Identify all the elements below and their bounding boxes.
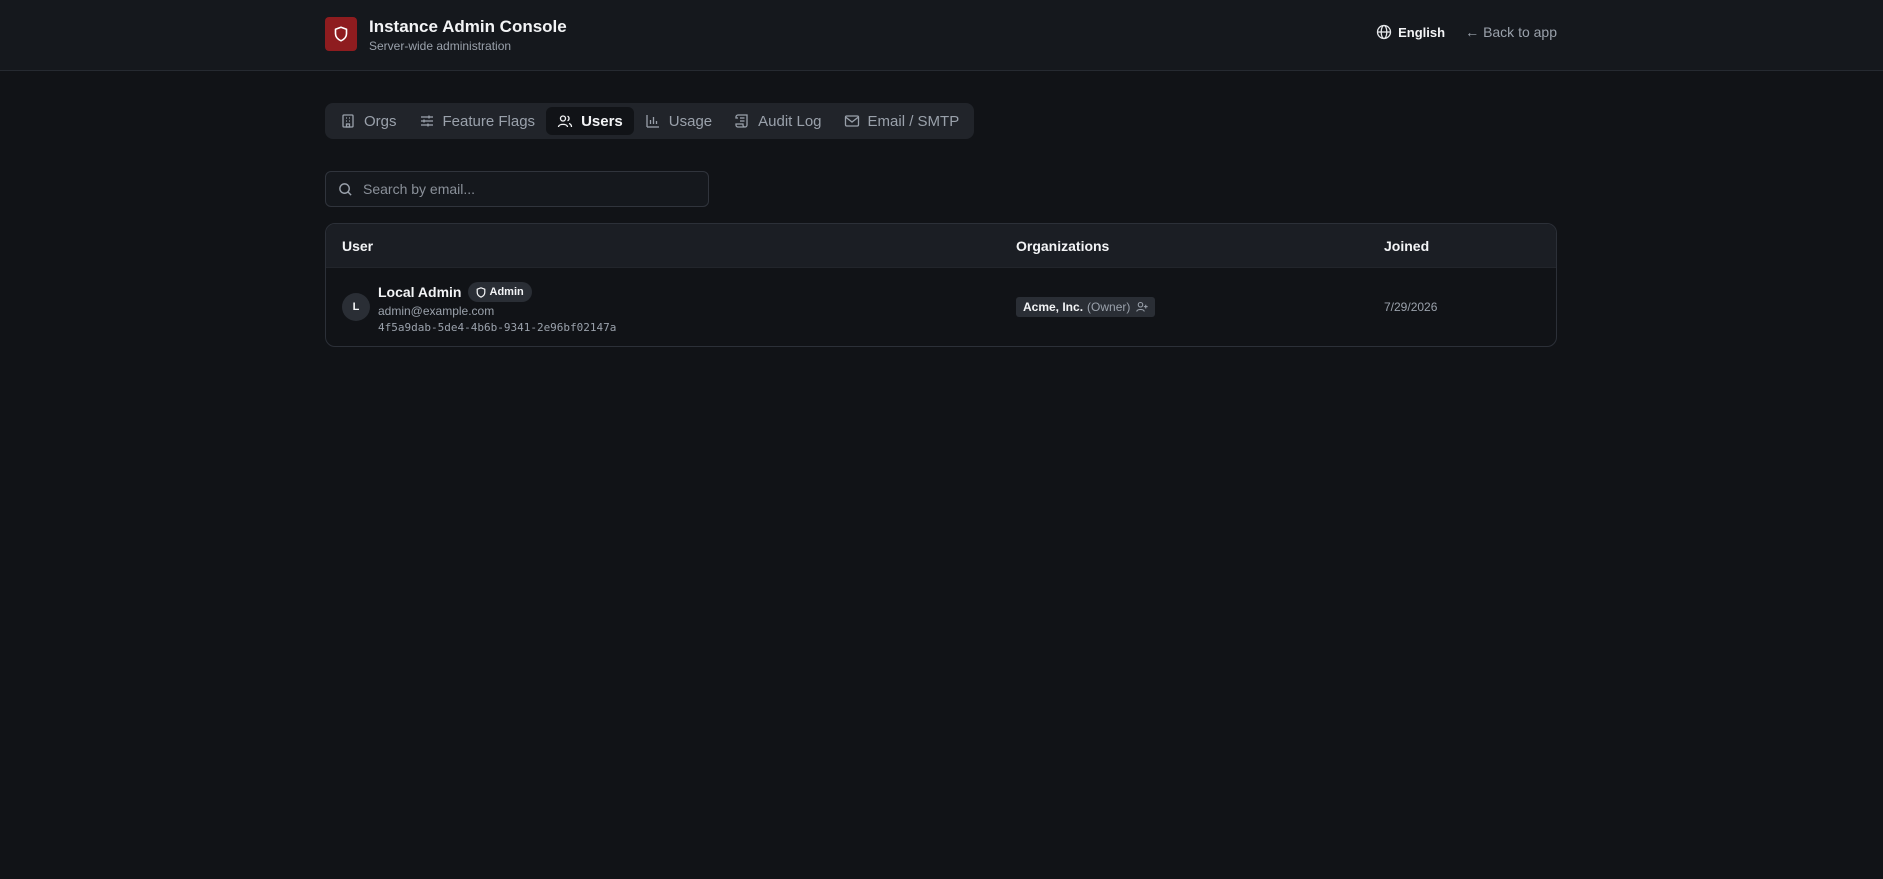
admin-badge-label: Admin bbox=[489, 286, 524, 298]
bar-chart-icon bbox=[646, 115, 659, 128]
user-email: admin@example.com bbox=[378, 304, 495, 318]
tab-orgs[interactable]: Orgs bbox=[329, 107, 408, 135]
scroll-icon bbox=[735, 114, 748, 128]
users-icon bbox=[557, 115, 573, 128]
org-membership-chip: Acme, Inc. (Owner) bbox=[1016, 297, 1156, 317]
tab-audit-log[interactable]: Audit Log bbox=[723, 107, 832, 135]
tab-users[interactable]: Users bbox=[546, 107, 634, 135]
app-header: Instance Admin Console Server-wide admin… bbox=[0, 0, 1883, 71]
tab-label: Usage bbox=[668, 112, 713, 130]
user-id: 4f5a9dab-5de4-4b6b-9341-2e96bf02147a bbox=[378, 321, 617, 334]
column-header-user: User bbox=[342, 238, 374, 254]
shield-icon bbox=[476, 286, 485, 298]
tab-feature-flags[interactable]: Feature Flags bbox=[408, 107, 547, 135]
mail-icon bbox=[844, 115, 859, 127]
tab-label: Users bbox=[581, 112, 623, 130]
tab-usage[interactable]: Usage bbox=[634, 107, 723, 135]
tab-label: Email / SMTP bbox=[867, 112, 960, 130]
globe-icon bbox=[1376, 24, 1392, 40]
user-role-icon[interactable] bbox=[1136, 301, 1148, 313]
shield-logo-icon bbox=[325, 17, 357, 51]
user-name: Local Admin bbox=[378, 284, 462, 300]
column-header-organizations: Organizations bbox=[1016, 238, 1110, 254]
search-input[interactable] bbox=[363, 181, 693, 197]
back-to-app-link[interactable]: ← Back to app bbox=[1465, 24, 1557, 40]
building-icon bbox=[342, 114, 354, 128]
admin-badge: Admin bbox=[467, 282, 532, 302]
search-box bbox=[325, 171, 709, 207]
column-header-joined: Joined bbox=[1384, 238, 1430, 254]
page-subtitle: Server-wide administration bbox=[369, 39, 512, 53]
tab-label: Orgs bbox=[364, 112, 397, 130]
back-to-app-label: Back to app bbox=[1483, 24, 1557, 40]
org-name: Acme, Inc. bbox=[1023, 300, 1084, 314]
page-title: Instance Admin Console bbox=[369, 17, 567, 36]
user-cell: Local Admin Admin admin@example.com 4f5a… bbox=[378, 282, 616, 334]
sliders-icon bbox=[420, 115, 433, 127]
tab-label: Audit Log bbox=[758, 112, 822, 130]
avatar: L bbox=[342, 293, 370, 321]
table-row[interactable]: L Local Admin Admin admin@example.com 4f… bbox=[326, 268, 1556, 346]
arrow-left-icon: ← bbox=[1465, 24, 1480, 40]
table-header: User Organizations Joined bbox=[326, 224, 1556, 268]
users-table: User Organizations Joined L Local Admin … bbox=[325, 223, 1557, 347]
search-icon bbox=[339, 182, 352, 196]
brand: Instance Admin Console Server-wide admin… bbox=[325, 17, 567, 54]
admin-tabs: Orgs Feature Flags Users Usage Audit Log… bbox=[325, 103, 975, 139]
language-switcher[interactable]: English bbox=[1376, 24, 1445, 40]
joined-date: 7/29/2026 bbox=[1384, 300, 1438, 314]
language-label: English bbox=[1398, 24, 1446, 40]
tab-email-smtp[interactable]: Email / SMTP bbox=[833, 107, 971, 135]
tab-label: Feature Flags bbox=[442, 112, 536, 130]
org-role: (Owner) bbox=[1087, 300, 1131, 314]
